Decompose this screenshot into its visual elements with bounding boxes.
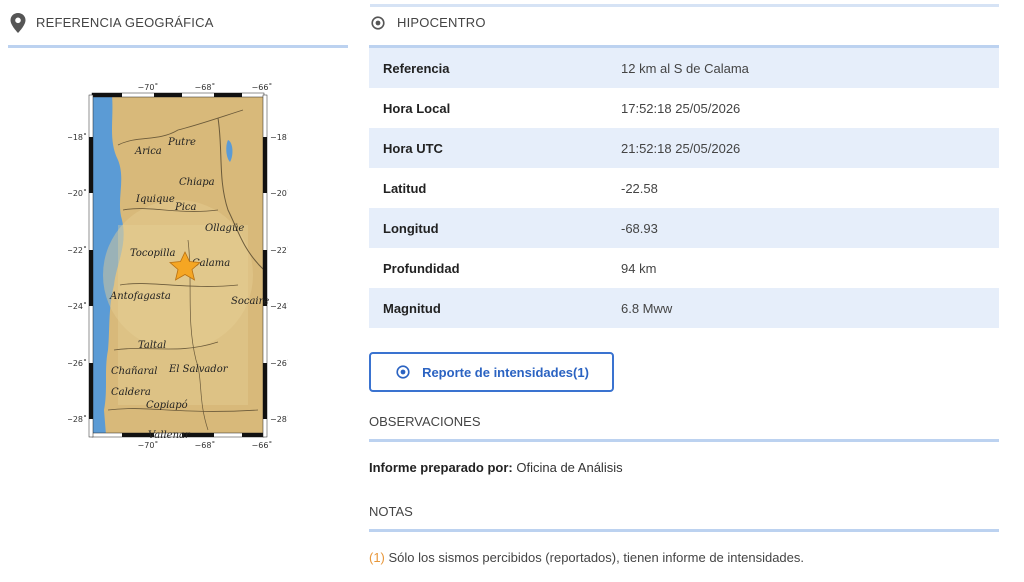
place-taltal: Taltal — [138, 340, 166, 351]
lat-tick-right-1: −18˚ — [270, 132, 288, 142]
lon-tick-bottom-2: −68˚ — [195, 440, 216, 450]
lon-tick-top-2: −68˚ — [195, 82, 216, 92]
row-value: -22.58 — [621, 180, 658, 196]
place-caldera: Caldera — [111, 387, 151, 398]
lat-tick-right-2: −20˚ — [270, 188, 288, 198]
place-antofagasta: Antofagasta — [109, 291, 171, 302]
geo-reference-title: REFERENCIA GEOGRÁFICA — [36, 15, 214, 30]
intensity-report-label: Reporte de intensidades(1) — [422, 364, 589, 380]
row-value: 6.8 Mww — [607, 288, 999, 328]
observations-body: Informe preparado por: Oficina de Anális… — [369, 460, 623, 475]
target-icon — [371, 15, 385, 30]
place-chanaral: Chañaral — [111, 366, 157, 377]
place-vallenar: Vallenar — [148, 430, 191, 441]
lat-tick-left-3: −22˚ — [68, 245, 87, 255]
table-row: Longitud -68.93 — [369, 208, 999, 248]
table-row: Referencia 12 km al S de Calama — [369, 48, 999, 88]
map-pin-icon — [10, 12, 26, 33]
row-value: 17:52:18 25/05/2026 — [621, 100, 741, 116]
place-tocopilla: Tocopilla — [130, 248, 176, 259]
hypocenter-table: Referencia 12 km al S de Calama Hora Loc… — [369, 48, 999, 328]
table-row: Hora Local 17:52:18 25/05/2026 — [369, 88, 999, 128]
lat-tick-left-6: −28˚ — [68, 414, 87, 424]
place-ollague: Ollagüe — [205, 223, 244, 234]
observations-title: OBSERVACIONES — [369, 414, 481, 429]
lat-tick-left-2: −20˚ — [68, 188, 87, 198]
row-value: 21:52:18 25/05/2026 — [607, 128, 999, 168]
lat-tick-left-5: −26˚ — [68, 358, 87, 368]
place-iquique: Iquique — [135, 194, 175, 205]
prepared-by-label: Informe preparado por: — [369, 460, 513, 475]
note-marker: (1) — [369, 550, 385, 565]
notes-title: NOTAS — [369, 504, 413, 519]
observations-header: OBSERVACIONES — [369, 404, 999, 442]
row-value: -68.93 — [607, 208, 999, 248]
geo-reference-header: REFERENCIA GEOGRÁFICA — [8, 0, 348, 48]
lat-tick-left-4: −24˚ — [68, 301, 87, 311]
row-label: Referencia — [369, 48, 607, 88]
table-row: Hora UTC 21:52:18 25/05/2026 — [369, 128, 999, 168]
lon-tick-top-3: −66˚ — [252, 82, 273, 92]
place-socaire: Socaire — [231, 296, 269, 307]
row-label: Magnitud — [369, 288, 607, 328]
hypocenter-panel: HIPOCENTRO Referencia 12 km al S de Cala… — [369, 0, 999, 565]
place-copiapo: Copiapó — [146, 400, 188, 411]
row-label: Latitud — [383, 180, 427, 196]
lat-tick-right-3: −22˚ — [270, 245, 288, 255]
lat-tick-right-5: −26˚ — [270, 358, 288, 368]
notes-header: NOTAS — [369, 494, 999, 532]
table-row: Latitud -22.58 — [369, 168, 999, 208]
lat-tick-right-6: −28˚ — [270, 414, 288, 424]
place-putre: Putre — [167, 137, 196, 148]
lat-tick-left-1: −18˚ — [68, 132, 87, 142]
place-chiapa: Chiapa — [179, 177, 215, 188]
row-value: 94 km — [621, 260, 657, 276]
lon-tick-top-1: −70˚ — [138, 82, 159, 92]
hypocenter-title: HIPOCENTRO — [397, 15, 486, 30]
row-label: Hora UTC — [369, 128, 607, 168]
lon-tick-bottom-1: −70˚ — [138, 440, 159, 450]
prepared-by-value: Oficina de Análisis — [516, 460, 623, 475]
notes-body: (1) Sólo los sismos percibidos (reportad… — [369, 550, 804, 565]
row-value: 12 km al S de Calama — [607, 48, 999, 88]
place-pica: Pica — [174, 202, 197, 213]
place-arica: Arica — [134, 146, 162, 157]
lon-tick-bottom-3: −66˚ — [252, 440, 273, 450]
row-label: Hora Local — [383, 100, 451, 116]
hypocenter-header: HIPOCENTRO — [369, 0, 999, 48]
target-icon — [396, 365, 410, 379]
lat-tick-right-4: −24˚ — [270, 301, 288, 311]
table-row: Magnitud 6.8 Mww — [369, 288, 999, 328]
note-text: Sólo los sismos percibidos (reportados),… — [388, 550, 805, 565]
location-map: −70˚ −68˚ −66˚ −70˚ −68˚ −66˚ −18˚ −20˚ … — [68, 80, 288, 452]
place-el-salvador: El Salvador — [168, 364, 229, 375]
table-row: Profundidad 94 km — [369, 248, 999, 288]
intensity-report-button[interactable]: Reporte de intensidades(1) — [369, 352, 614, 392]
map-svg: −70˚ −68˚ −66˚ −70˚ −68˚ −66˚ −18˚ −20˚ … — [68, 82, 288, 450]
geo-reference-panel: REFERENCIA GEOGRÁFICA −70˚ −68˚ −66˚ −70… — [8, 0, 348, 450]
row-label: Longitud — [369, 208, 607, 248]
row-label: Profundidad — [383, 260, 460, 276]
